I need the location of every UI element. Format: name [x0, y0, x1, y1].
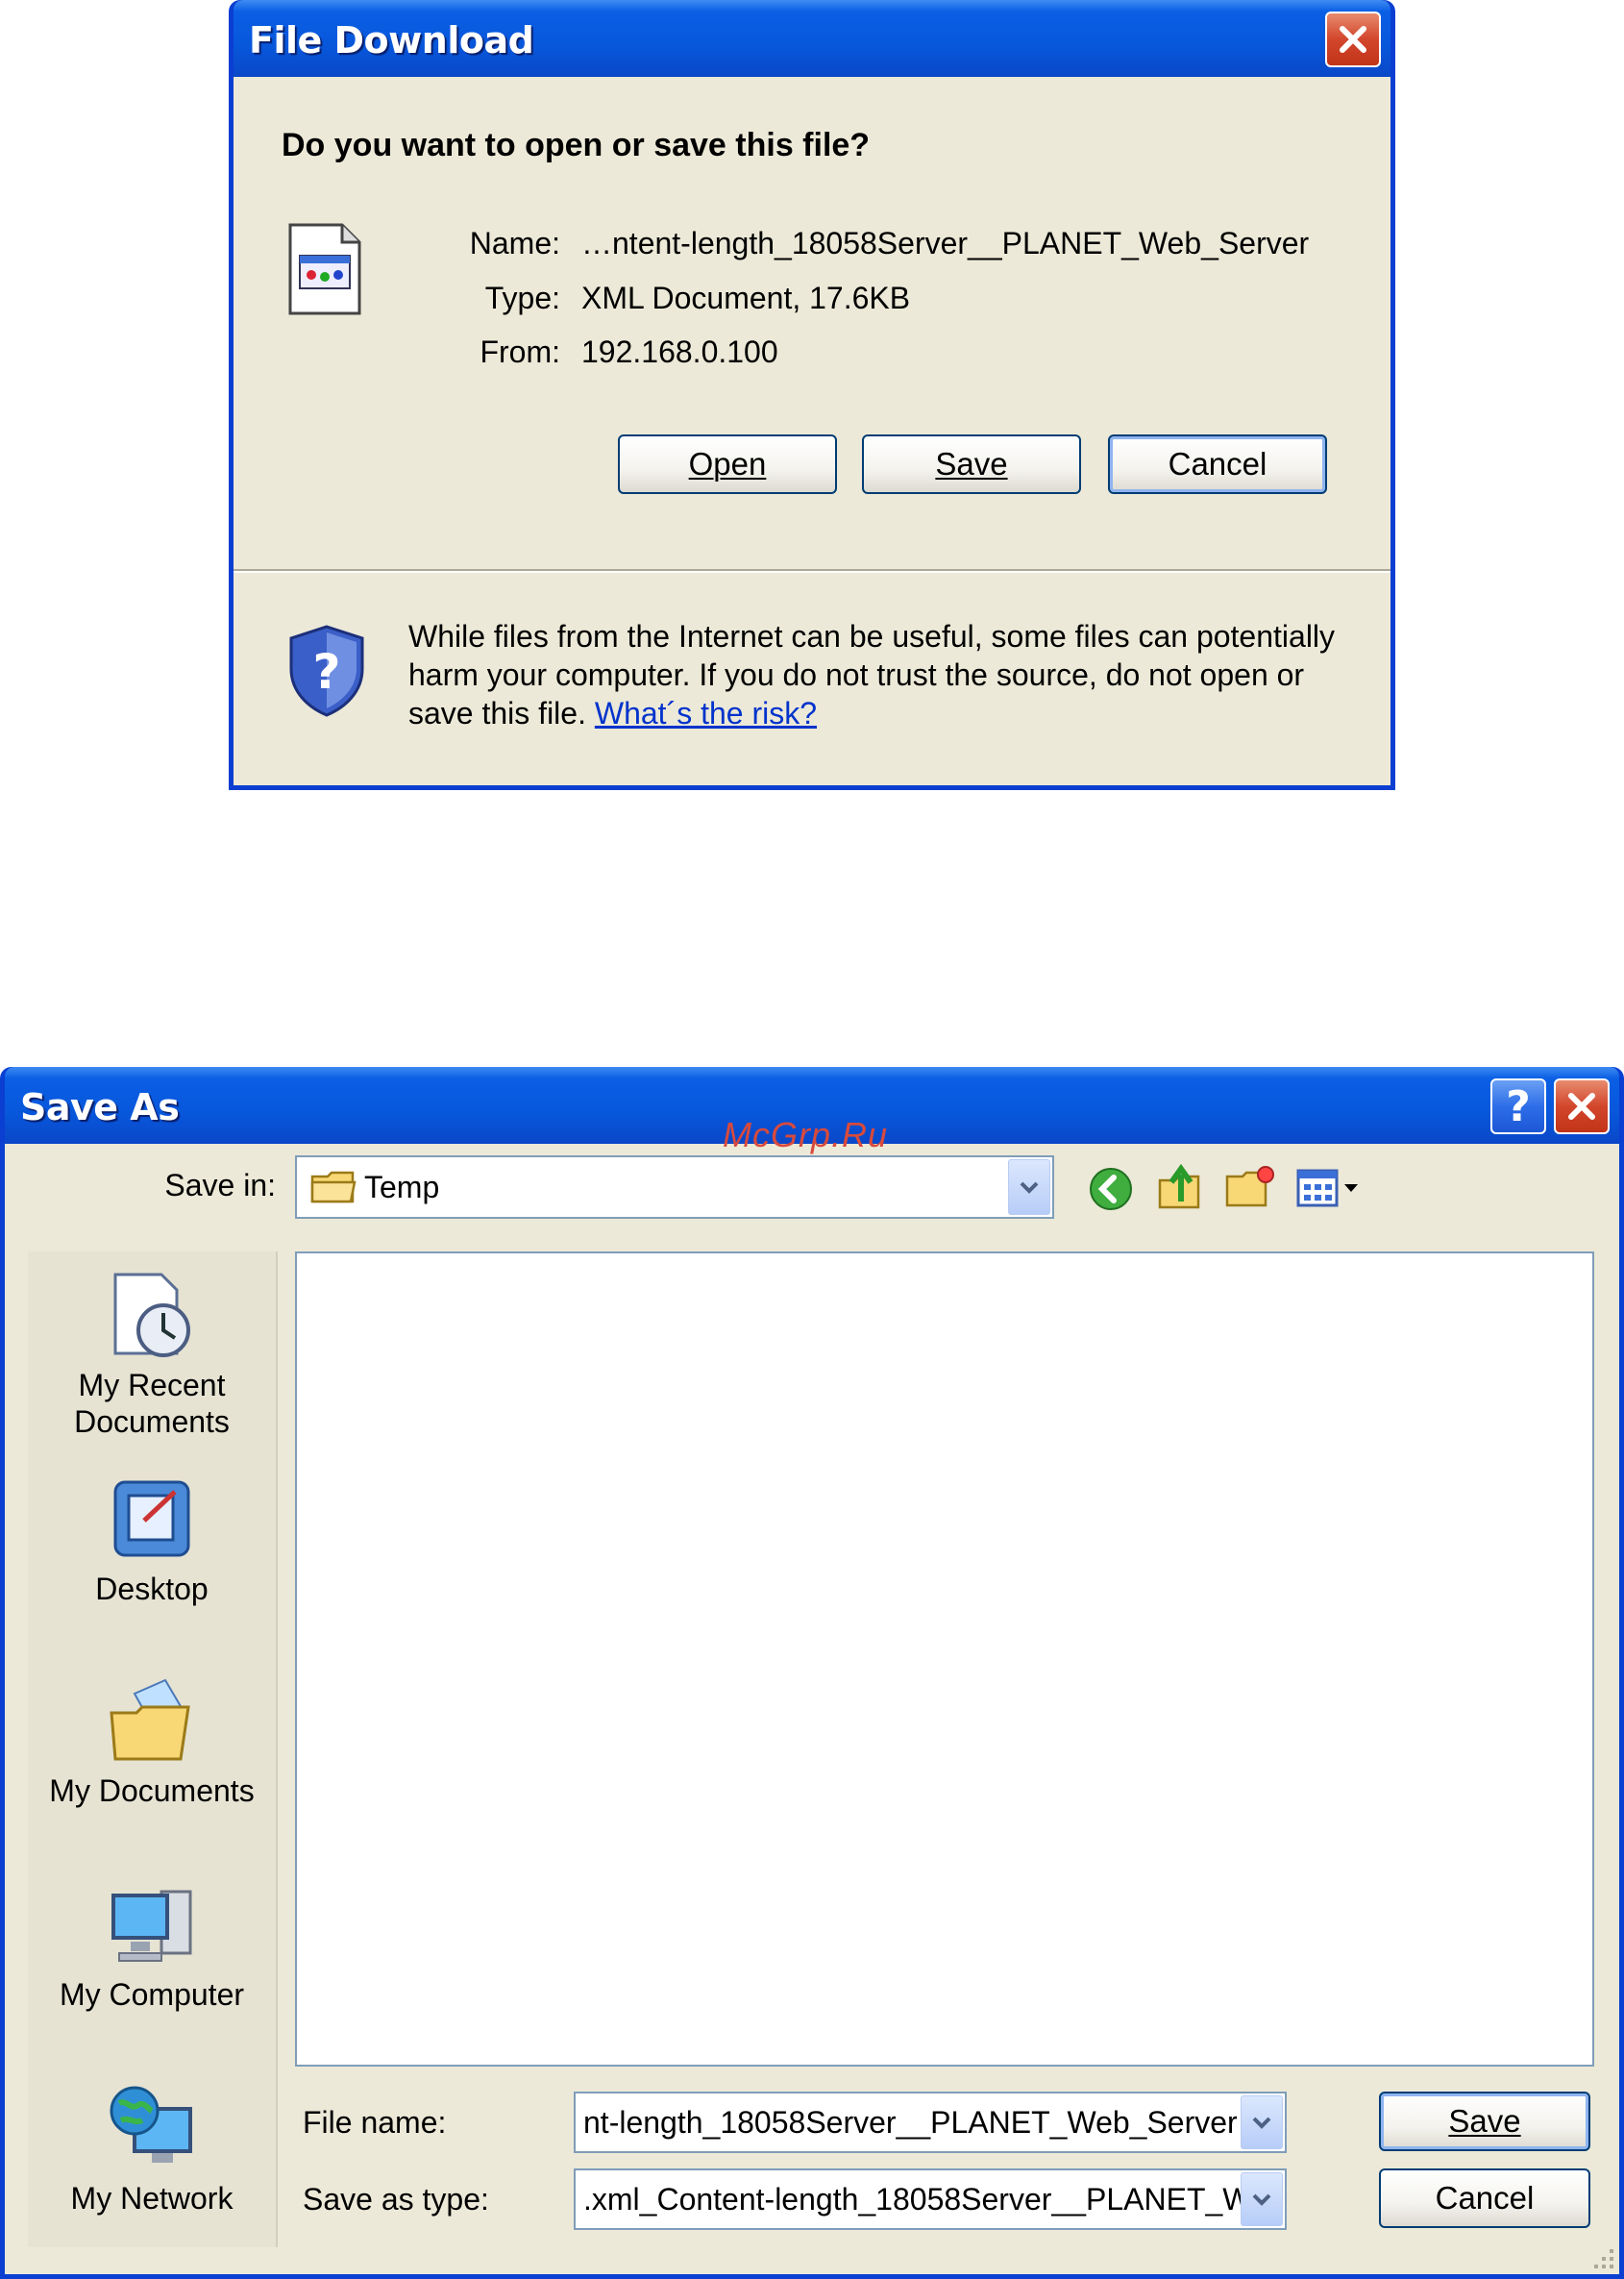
places-desktop[interactable]: Desktop [28, 1473, 276, 1607]
places-label: Desktop [95, 1572, 209, 1606]
save-as-type-dropdown-arrow[interactable] [1241, 2172, 1283, 2226]
places-label: My Computer [59, 1977, 245, 2012]
xml-file-icon [288, 223, 361, 315]
warning-block: While files from the Internet can be use… [408, 617, 1341, 732]
whats-the-risk-link[interactable]: What´s the risk? [595, 696, 817, 731]
places-bar: My Recent Documents Desktop My Documents [28, 1251, 278, 2247]
save-as-client: Save in: Temp My Recent Documents Deskto… [5, 1144, 1619, 2274]
save-button-label: Save [1448, 2103, 1521, 2139]
back-icon[interactable] [1089, 1167, 1133, 1211]
help-icon: ? [1506, 1081, 1531, 1131]
chevron-down-icon [1020, 1181, 1039, 1194]
save-button[interactable]: Save [1379, 2092, 1590, 2151]
places-label: My Recent Documents [74, 1368, 230, 1439]
new-folder-icon[interactable] [1225, 1165, 1275, 1209]
name-value: …ntent-length_18058Server__PLANET_Web_Se… [581, 226, 1310, 260]
open-button[interactable]: Open [618, 434, 837, 494]
close-button[interactable] [1325, 12, 1381, 67]
save-in-label: Save in: [164, 1168, 276, 1202]
name-label: Name: [469, 226, 560, 260]
places-my-recent-documents[interactable]: My Recent Documents [28, 1269, 276, 1440]
cancel-button[interactable]: Cancel [1108, 434, 1327, 494]
close-icon [1340, 26, 1366, 53]
chevron-down-icon [1252, 2193, 1271, 2206]
resize-grip-icon[interactable] [1588, 2243, 1615, 2270]
save-as-type-label: Save as type: [303, 2182, 489, 2217]
type-label: Type: [484, 281, 560, 315]
save-in-dropdown-arrow[interactable] [1008, 1159, 1050, 1215]
file-name-label: File name: [303, 2105, 447, 2140]
help-button[interactable]: ? [1490, 1078, 1546, 1134]
folder-icon [310, 1171, 357, 1203]
file-download-dialog: File Download Do you want to open or sav… [229, 0, 1395, 790]
separator [234, 569, 1390, 573]
chevron-down-icon [1252, 2117, 1271, 2129]
from-label: From: [480, 334, 560, 369]
file-name-value: nt-length_18058Server__PLANET_Web_Server [583, 2104, 1238, 2140]
save-in-dropdown[interactable]: Temp [295, 1155, 1054, 1219]
save-in-value: Temp [364, 1169, 440, 1204]
places-my-network[interactable]: My Network [28, 2082, 276, 2217]
svg-text:?: ? [312, 644, 340, 700]
file-name-dropdown-arrow[interactable] [1241, 2095, 1283, 2149]
dialog-title: Save As [20, 1086, 180, 1128]
places-label: My Documents [49, 1773, 255, 1808]
save-button[interactable]: Save [862, 434, 1081, 494]
close-icon [1568, 1093, 1595, 1120]
save-as-dialog: Save As ? Save in: Temp My Recent Docume… [0, 1067, 1624, 2279]
views-menu-icon[interactable] [1296, 1167, 1366, 1209]
cancel-button-label: Cancel [1435, 2180, 1535, 2216]
download-question: Do you want to open or save this file? [282, 127, 871, 163]
file-list[interactable] [295, 1251, 1594, 2067]
shield-question-icon: ? [289, 625, 364, 717]
watermark-text: McGrp.Ru [723, 1115, 889, 1154]
file-download-titlebar[interactable]: File Download [234, 0, 1390, 77]
places-my-computer[interactable]: My Computer [28, 1878, 276, 2013]
type-value: XML Document, 17.6KB [581, 281, 911, 315]
my-network-icon [110, 2086, 192, 2163]
open-button-label: Open [688, 446, 767, 482]
close-button[interactable] [1554, 1078, 1610, 1134]
recent-documents-icon [113, 1273, 190, 1357]
up-folder-icon[interactable] [1156, 1161, 1204, 1211]
save-as-type-value: .xml_Content-length_18058Server__PLANET_… [583, 2181, 1241, 2217]
file-name-input[interactable]: nt-length_18058Server__PLANET_Web_Server [574, 2092, 1287, 2153]
file-download-client: Do you want to open or save this file? N… [234, 77, 1390, 785]
my-computer-icon [111, 1890, 192, 1962]
from-value: 192.168.0.100 [581, 334, 778, 369]
save-button-label: Save [935, 446, 1008, 482]
my-documents-icon [110, 1678, 190, 1761]
cancel-button-label: Cancel [1168, 446, 1267, 482]
save-as-type-dropdown[interactable]: .xml_Content-length_18058Server__PLANET_… [574, 2168, 1287, 2230]
warning-text: While files from the Internet can be use… [408, 619, 1336, 731]
places-label: My Network [70, 2181, 234, 2216]
places-my-documents[interactable]: My Documents [28, 1674, 276, 1809]
desktop-icon [113, 1480, 190, 1557]
cancel-button[interactable]: Cancel [1379, 2168, 1590, 2228]
dialog-title: File Download [249, 19, 534, 62]
